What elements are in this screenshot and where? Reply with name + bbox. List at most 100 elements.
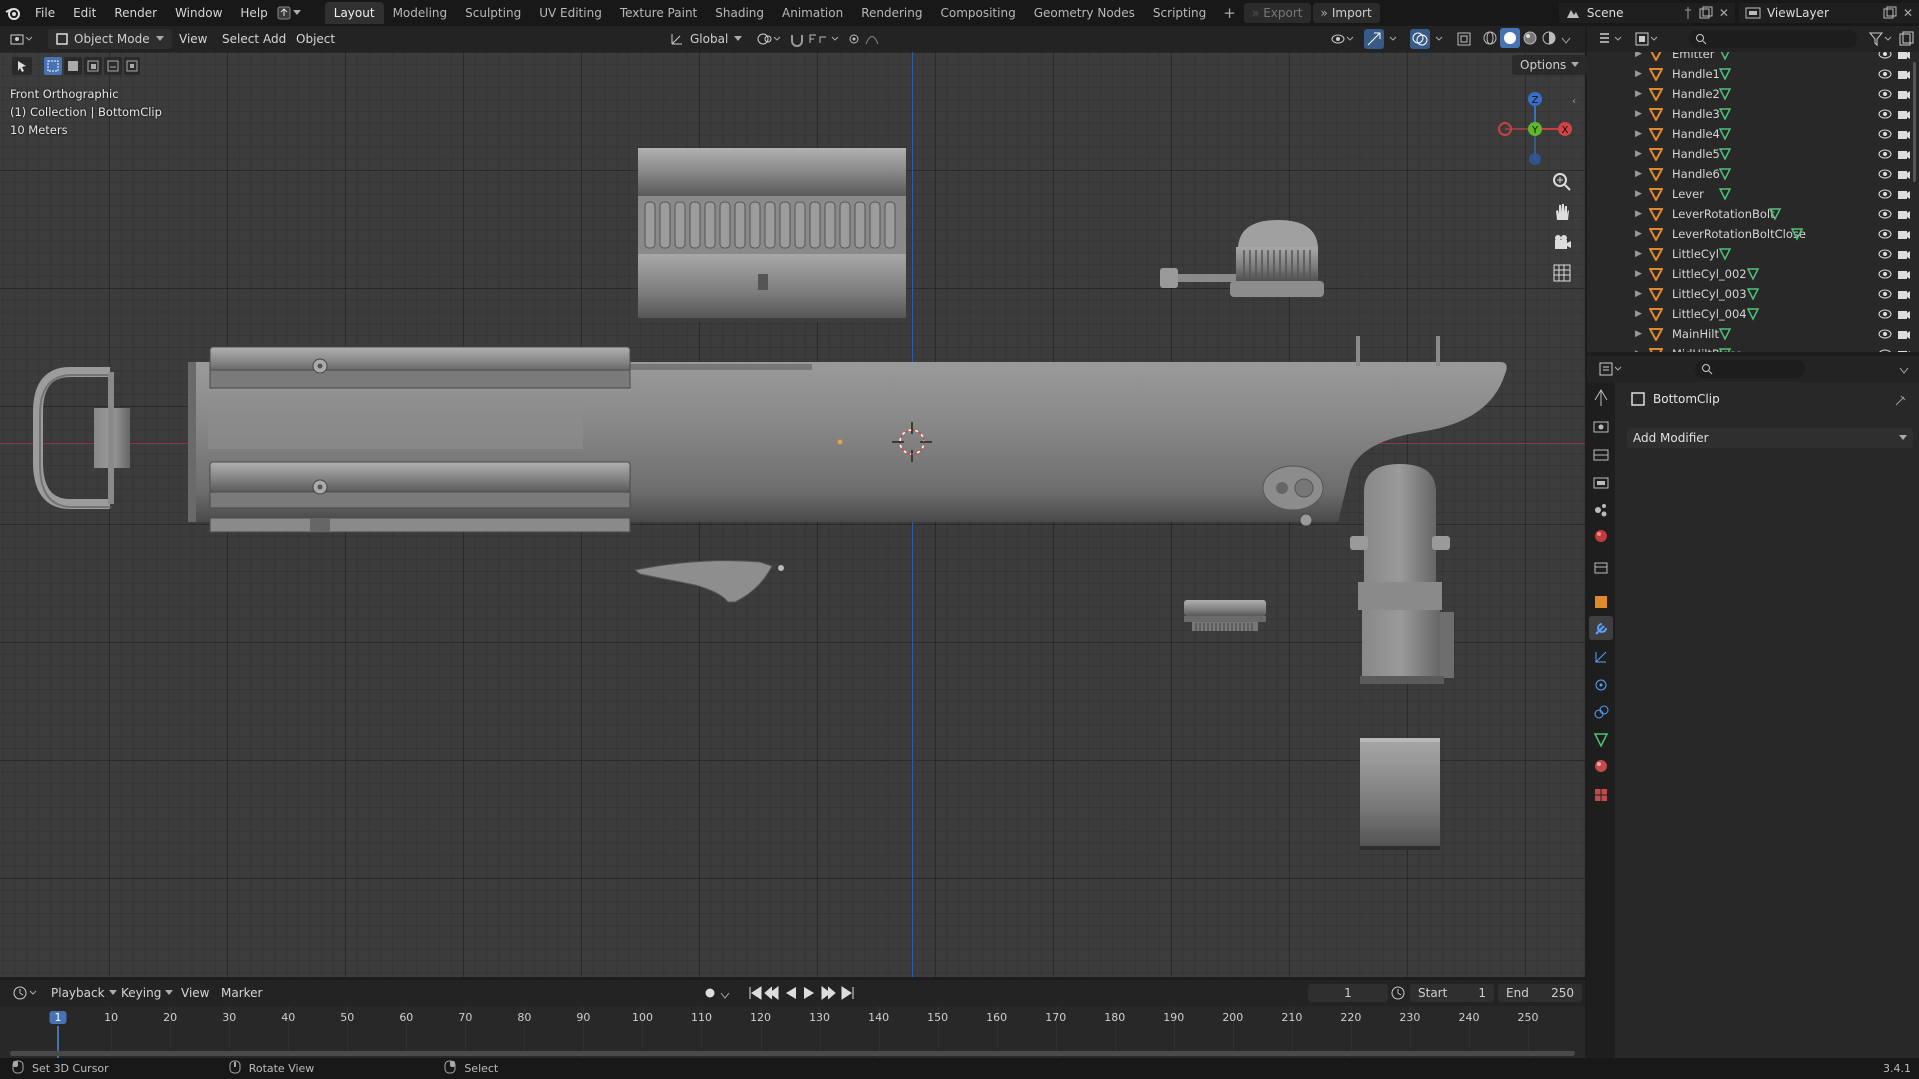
knob-object[interactable]	[1160, 220, 1324, 297]
particles-tab-icon[interactable]	[1595, 651, 1607, 663]
expand-arrow-icon[interactable]: ▶	[1635, 149, 1642, 159]
view-layer-tab-icon[interactable]	[1593, 477, 1609, 489]
eye-icon[interactable]	[1877, 288, 1893, 300]
mesh-data-icon[interactable]	[1718, 107, 1732, 121]
timeline-editor-type-icon[interactable]	[12, 985, 40, 1004]
eye-icon[interactable]	[1877, 188, 1893, 200]
record-button[interactable]	[703, 986, 717, 1003]
blender-logo-icon[interactable]	[0, 6, 26, 20]
camera-icon[interactable]	[1897, 228, 1911, 240]
mesh-data-icon[interactable]	[1746, 307, 1760, 321]
outliner-row[interactable]: ▶MidHiltPiece	[1587, 344, 1919, 352]
eye-icon[interactable]	[1877, 308, 1893, 320]
shading-rendered-icon[interactable]	[1541, 30, 1557, 49]
camera-icon[interactable]	[1897, 88, 1911, 100]
expand-arrow-icon[interactable]: ▶	[1635, 109, 1642, 119]
eye-icon[interactable]	[1877, 208, 1893, 220]
tab-compositing[interactable]: Compositing	[931, 2, 1024, 24]
import-button[interactable]: » Import	[1312, 3, 1380, 23]
outliner-row[interactable]: ▶ Emitter	[1587, 52, 1919, 64]
eye-icon[interactable]	[1877, 248, 1893, 260]
menu-window[interactable]: Window	[166, 0, 231, 26]
timeline-track[interactable]: 1 10 20 30 40 50 60 70 80 90 100 110 120 130 140 150 160…	[0, 1006, 1585, 1058]
eye-icon[interactable]	[1877, 268, 1893, 280]
3d-viewport[interactable]: Options Front Orthographic (1) Collectio…	[0, 52, 1588, 977]
menu-file[interactable]: File	[26, 0, 64, 26]
timeline-scrollbar[interactable]	[10, 1051, 1575, 1056]
pin-icon[interactable]	[1895, 394, 1907, 409]
outliner-row[interactable]: ▶ LeverRotationBolt	[1587, 204, 1919, 224]
visibility-selectability-icon[interactable]	[1330, 31, 1356, 50]
mesh-data-icon[interactable]	[1746, 267, 1760, 281]
outliner-row[interactable]: ▶ LittleCyl_002	[1587, 264, 1919, 284]
outliner-row[interactable]: ▶ Handle6	[1587, 164, 1919, 184]
proportional-editing-icon[interactable]	[848, 31, 894, 50]
new-view-layer-icon[interactable]	[1883, 6, 1897, 20]
outliner-row[interactable]: ▶ LeverRotationBoltClose	[1587, 224, 1919, 244]
menu-edit[interactable]: Edit	[64, 0, 105, 26]
mesh-data-icon[interactable]	[1790, 227, 1804, 241]
menu-render[interactable]: Render	[105, 0, 166, 26]
camera-icon[interactable]	[1897, 268, 1911, 280]
current-frame-indicator[interactable]: 1	[49, 1011, 67, 1024]
lever-object[interactable]	[633, 560, 784, 603]
expand-arrow-icon[interactable]: ▶	[1635, 329, 1642, 339]
mesh-data-icon[interactable]	[1718, 147, 1732, 161]
render-tab-icon[interactable]	[1593, 421, 1609, 433]
menu-object[interactable]: Object	[287, 26, 344, 52]
physics-tab-icon[interactable]	[1595, 679, 1607, 691]
overlays-toggle-icon[interactable]	[1410, 29, 1450, 52]
collection-tab-icon[interactable]	[1594, 562, 1608, 574]
mesh-data-icon[interactable]	[1718, 87, 1732, 101]
camera-icon[interactable]	[1897, 68, 1911, 80]
end-frame-field[interactable]: End 250	[1498, 984, 1582, 1002]
mesh-data-icon[interactable]	[1718, 327, 1732, 341]
camera-icon[interactable]	[1897, 188, 1911, 200]
outliner-row[interactable]: ▶ LittleCyl_004	[1587, 304, 1919, 324]
tab-sculpting[interactable]: Sculpting	[456, 2, 530, 24]
shading-solid-icon[interactable]	[1500, 28, 1520, 51]
eye-icon[interactable]	[1877, 148, 1893, 160]
tab-uv-editing[interactable]: UV Editing	[530, 2, 611, 24]
handle-object[interactable]	[1350, 464, 1454, 684]
main-hilt-object[interactable]	[188, 336, 1507, 533]
transform-orientation-dropdown[interactable]: Global	[670, 29, 743, 49]
camera-icon[interactable]	[1897, 148, 1911, 160]
outliner-row[interactable]: ▶ LittleCyl	[1587, 244, 1919, 264]
expand-arrow-icon[interactable]: ▶	[1635, 229, 1642, 239]
eye-icon[interactable]	[1877, 168, 1893, 180]
eye-icon[interactable]	[1877, 68, 1893, 80]
camera-icon[interactable]	[1897, 288, 1911, 300]
camera-icon[interactable]	[1897, 348, 1911, 352]
expand-arrow-icon[interactable]: ▶	[1635, 309, 1642, 319]
expand-arrow-icon[interactable]: ▶	[1635, 269, 1642, 279]
start-frame-field[interactable]: Start 1	[1410, 984, 1494, 1002]
mesh-data-icon[interactable]	[1718, 187, 1732, 201]
scene-selector[interactable]: Scene ✕	[1558, 3, 1735, 23]
camera-icon[interactable]	[1897, 248, 1911, 260]
world-tab-icon[interactable]	[1595, 530, 1607, 542]
outliner-row[interactable]: ▶ LittleCyl_003	[1587, 284, 1919, 304]
eye-icon[interactable]	[1877, 228, 1893, 240]
mesh-data-icon[interactable]	[1718, 167, 1732, 181]
mesh-data-icon[interactable]	[1718, 127, 1732, 141]
tab-texture-paint[interactable]: Texture Paint	[611, 2, 706, 24]
new-collection-icon[interactable]	[1899, 31, 1915, 50]
camera-icon[interactable]	[1897, 168, 1911, 180]
expand-arrow-icon[interactable]: ▶	[1635, 129, 1642, 139]
gizmo-toggle-icon[interactable]	[1364, 29, 1404, 52]
outliner-row[interactable]: ▶ Lever	[1587, 184, 1919, 204]
little-cylinder-object[interactable]	[1184, 600, 1266, 631]
delete-view-layer-icon[interactable]: ✕	[1903, 6, 1913, 20]
snap-icon[interactable]	[790, 31, 842, 50]
object-tab-icon[interactable]	[1595, 596, 1607, 608]
eye-icon[interactable]	[1877, 88, 1893, 100]
eye-icon[interactable]	[1877, 328, 1893, 340]
eye-icon[interactable]	[1877, 108, 1893, 120]
properties-options-icon[interactable]	[1899, 364, 1909, 378]
expand-arrow-icon[interactable]: ▶	[1635, 89, 1642, 99]
eye-icon[interactable]	[1877, 348, 1893, 352]
display-mode-icon[interactable]	[1635, 32, 1661, 49]
tab-rendering[interactable]: Rendering	[852, 2, 931, 24]
play-icon[interactable]	[804, 987, 814, 999]
